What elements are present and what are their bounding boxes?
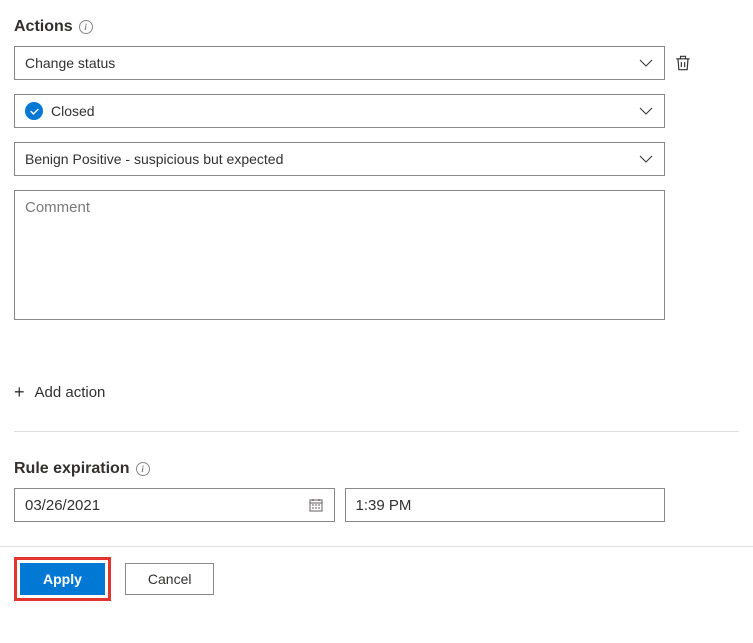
- info-icon[interactable]: i: [79, 20, 93, 34]
- apply-highlight: Apply: [14, 557, 111, 601]
- classification-value: Benign Positive - suspicious but expecte…: [25, 151, 283, 167]
- expiration-date-value: 03/26/2021: [25, 497, 100, 514]
- comment-textarea[interactable]: [14, 190, 665, 320]
- rule-expiration-label: Rule expiration: [14, 460, 130, 478]
- actions-heading: Actions i: [14, 18, 739, 36]
- change-status-dropdown[interactable]: Change status: [14, 46, 665, 80]
- check-icon: [25, 102, 43, 120]
- chevron-down-icon: [638, 55, 654, 71]
- plus-icon: +: [14, 383, 25, 401]
- info-icon[interactable]: i: [136, 462, 150, 476]
- footer: Apply Cancel: [14, 557, 739, 601]
- expiration-time-value: 1:39 PM: [356, 497, 412, 514]
- cancel-button[interactable]: Cancel: [125, 563, 215, 595]
- expiration-date-input[interactable]: 03/26/2021: [14, 488, 335, 522]
- rule-expiration-heading: Rule expiration i: [14, 460, 739, 478]
- status-dropdown[interactable]: Closed: [14, 94, 665, 128]
- divider: [0, 546, 753, 547]
- expiration-time-input[interactable]: 1:39 PM: [345, 488, 666, 522]
- change-status-value: Change status: [25, 55, 115, 71]
- add-action-label: Add action: [35, 384, 106, 401]
- chevron-down-icon: [638, 151, 654, 167]
- classification-dropdown[interactable]: Benign Positive - suspicious but expecte…: [14, 142, 665, 176]
- status-value: Closed: [51, 103, 95, 119]
- delete-icon[interactable]: [673, 53, 693, 73]
- chevron-down-icon: [638, 103, 654, 119]
- calendar-icon[interactable]: [308, 497, 324, 513]
- divider: [14, 431, 739, 432]
- actions-label: Actions: [14, 18, 73, 36]
- add-action-button[interactable]: + Add action: [14, 383, 739, 401]
- apply-button[interactable]: Apply: [20, 563, 105, 595]
